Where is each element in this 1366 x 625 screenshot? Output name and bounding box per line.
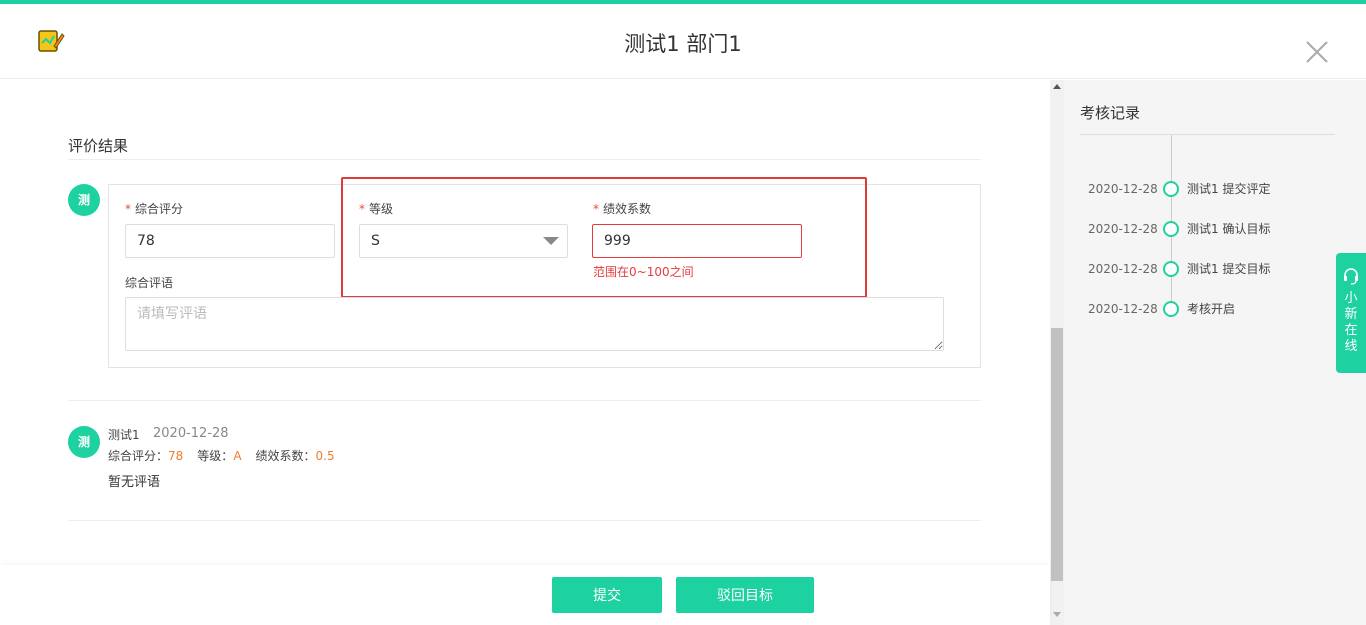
score-label-text: 综合评分 (135, 202, 184, 216)
comment-label: 综合评语 (125, 276, 174, 290)
avatar: 测 (68, 184, 100, 216)
timeline-date: 2020-12-28 (1088, 182, 1158, 196)
score-label: * 综合评分 (125, 200, 183, 217)
timeline-item: 2020-12-28 测试1 提交评定 (1064, 179, 1366, 199)
section-divider (68, 159, 981, 160)
close-icon[interactable] (1303, 38, 1331, 66)
timeline-date: 2020-12-28 (1088, 222, 1158, 236)
record-coefficient-label: 绩效系数： (255, 449, 316, 463)
required-mark: * (359, 202, 365, 216)
coefficient-input[interactable] (592, 224, 802, 258)
grade-select-value: S (371, 233, 380, 249)
score-input[interactable] (125, 224, 335, 258)
side-title: 考核记录 (1080, 104, 1141, 122)
headset-icon (1344, 268, 1358, 285)
submit-button[interactable]: 提交 (552, 577, 662, 613)
reject-goal-button[interactable]: 驳回目标 (676, 577, 814, 613)
record-score-label: 综合评分： (108, 449, 169, 463)
timeline-date: 2020-12-28 (1088, 262, 1158, 276)
record-date: 2020-12-28 (153, 426, 229, 441)
coefficient-label: * 绩效系数 (593, 200, 651, 217)
timeline-dot-icon (1163, 181, 1179, 197)
online-chat-button[interactable]: 小新在线 (1336, 253, 1366, 373)
assessment-history-panel: 考核记录 2020-12-28 测试1 提交评定 2020-12-28 测试1 … (1064, 80, 1366, 625)
timeline-item: 2020-12-28 考核开启 (1064, 299, 1366, 319)
avatar: 测 (68, 426, 100, 458)
side-divider (1080, 134, 1335, 135)
grade-label-text: 等级 (369, 202, 394, 216)
required-mark: * (593, 202, 599, 216)
timeline-date: 2020-12-28 (1088, 302, 1158, 316)
record-score-value: 78 (168, 449, 184, 463)
comment-textarea[interactable] (125, 297, 944, 351)
online-chat-label: 小新在线 (1344, 291, 1358, 354)
coefficient-label-text: 绩效系数 (603, 202, 652, 216)
chevron-down-icon[interactable] (543, 237, 559, 245)
timeline-dot-icon (1163, 261, 1179, 277)
timeline-text: 测试1 提交评定 (1187, 182, 1271, 196)
divider (68, 520, 981, 521)
scroll-down-icon[interactable] (1053, 612, 1061, 617)
main-content: 评价结果 测 * 综合评分 * 等级 S * 绩效系数 范围在0~100之间 综合评语… (0, 80, 1050, 565)
timeline-dot-icon (1163, 221, 1179, 237)
record-grade-label: 等级： (197, 449, 234, 463)
timeline-text: 测试1 确认目标 (1187, 222, 1271, 236)
record-meta: 综合评分：78 等级：A 绩效系数：0.5 (108, 447, 349, 464)
timeline-text: 考核开启 (1187, 302, 1236, 316)
coefficient-error: 范围在0~100之间 (593, 265, 694, 279)
record-grade-value: A (233, 449, 242, 463)
dialog-title: 测试1 部门1 (624, 32, 742, 56)
required-mark: * (125, 202, 131, 216)
timeline-text: 测试1 提交目标 (1187, 262, 1271, 276)
grade-label: * 等级 (359, 200, 393, 217)
scroll-up-icon[interactable] (1053, 84, 1061, 89)
grade-select[interactable]: S (359, 224, 568, 258)
timeline-item: 2020-12-28 测试1 提交目标 (1064, 259, 1366, 279)
timeline-dot-icon (1163, 301, 1179, 317)
timeline-item: 2020-12-28 测试1 确认目标 (1064, 219, 1366, 239)
dialog-header: 测试1 部门1 (0, 4, 1366, 79)
scrollbar-thumb[interactable] (1051, 328, 1063, 581)
record-comment: 暂无评语 (108, 475, 161, 490)
record-coefficient-value: 0.5 (315, 449, 335, 463)
record-name: 测试1 (108, 428, 140, 442)
section-title: 评价结果 (68, 137, 129, 155)
dialog-footer: 提交 驳回目标 (0, 565, 1050, 625)
divider (68, 400, 981, 401)
